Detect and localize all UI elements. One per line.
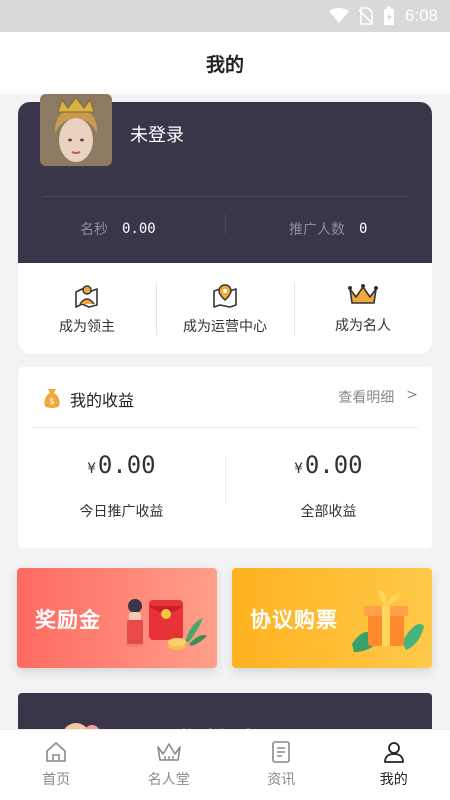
- tab-mine[interactable]: 我的: [338, 730, 450, 800]
- crown-icon: [156, 743, 181, 761]
- become-celebrity-button[interactable]: 成为名人: [294, 263, 432, 354]
- banner-label: 协议购票: [250, 608, 338, 632]
- action-label: 成为名人: [335, 317, 391, 334]
- tab-hall-of-fame[interactable]: 名人堂: [113, 730, 226, 800]
- income-card: $ 我的收益 查看明细 > ¥0.00 今日推广收益 ¥0.00 全部收益: [18, 367, 432, 548]
- avatar[interactable]: [40, 94, 112, 166]
- crown-icon: [348, 283, 378, 304]
- reward-banner[interactable]: 奖励金: [17, 568, 217, 668]
- tab-label: 我的: [379, 772, 408, 788]
- amount-value: 0.00: [304, 451, 363, 479]
- username-label[interactable]: 未登录: [130, 121, 184, 147]
- view-details-link[interactable]: 查看明细 >: [338, 387, 418, 407]
- income-total: ¥0.00 全部收益: [225, 451, 432, 521]
- income-header: $ 我的收益 查看明细 >: [18, 367, 432, 427]
- svg-text:$: $: [49, 397, 55, 407]
- ticket-purchase-banner[interactable]: 协议购票: [232, 568, 432, 668]
- stat-separator: [225, 214, 226, 234]
- map-pin-icon: [213, 283, 237, 308]
- currency-symbol: ¥: [294, 461, 303, 477]
- status-time: 6:08: [404, 6, 438, 25]
- user-icon: [383, 742, 404, 763]
- income-today: ¥0.00 今日推广收益: [18, 451, 225, 521]
- view-details-label: 查看明细: [338, 390, 395, 406]
- stat-label: 名秒: [80, 222, 108, 238]
- top-bar: 我的: [0, 32, 450, 94]
- bottom-tab-bar: 首页 名人堂 资讯 我的: [0, 729, 450, 800]
- profile-divider: [42, 196, 408, 197]
- income-label: 全部收益: [300, 504, 357, 520]
- tab-label: 名人堂: [147, 772, 190, 788]
- status-bar: 6:08: [0, 0, 450, 32]
- page-title: 我的: [205, 53, 244, 76]
- tab-home[interactable]: 首页: [0, 730, 113, 800]
- news-icon: [272, 741, 291, 763]
- income-amount: ¥0.00: [225, 451, 432, 479]
- no-sim-icon: [358, 7, 373, 25]
- action-label: 成为领主: [59, 318, 115, 335]
- action-label: 成为运营中心: [183, 318, 267, 335]
- stat-mingmiao: 名秒 0.00: [80, 219, 156, 239]
- amount-value: 0.00: [97, 451, 156, 479]
- banner-label: 奖励金: [35, 608, 101, 632]
- battery-icon: [383, 6, 394, 25]
- stat-value: 0: [359, 221, 368, 237]
- become-lord-button[interactable]: 成为领主: [18, 263, 156, 354]
- gift-box-illustration: [352, 590, 424, 652]
- currency-symbol: ¥: [87, 461, 96, 477]
- chevron-right-icon: >: [406, 387, 418, 403]
- profile-actions: 成为领主 成为运营中心 成为名人: [18, 263, 432, 354]
- tab-label: 资讯: [267, 772, 296, 788]
- stat-label: 推广人数: [289, 222, 345, 238]
- income-label: 今日推广收益: [79, 504, 164, 520]
- stat-referrals: 推广人数 0: [289, 219, 367, 239]
- tab-news[interactable]: 资讯: [225, 730, 338, 800]
- tab-label: 首页: [42, 772, 71, 788]
- become-operation-center-button[interactable]: 成为运营中心: [156, 263, 294, 354]
- home-icon: [46, 742, 67, 762]
- money-bag-icon: $: [44, 389, 60, 408]
- red-envelope-illustration: [125, 599, 207, 650]
- stat-value: 0.00: [122, 221, 156, 237]
- income-divider: [32, 427, 418, 428]
- lord-user-icon: [75, 284, 98, 308]
- income-amount: ¥0.00: [18, 451, 225, 479]
- wifi-icon: [328, 8, 349, 23]
- income-title: 我的收益: [70, 391, 135, 410]
